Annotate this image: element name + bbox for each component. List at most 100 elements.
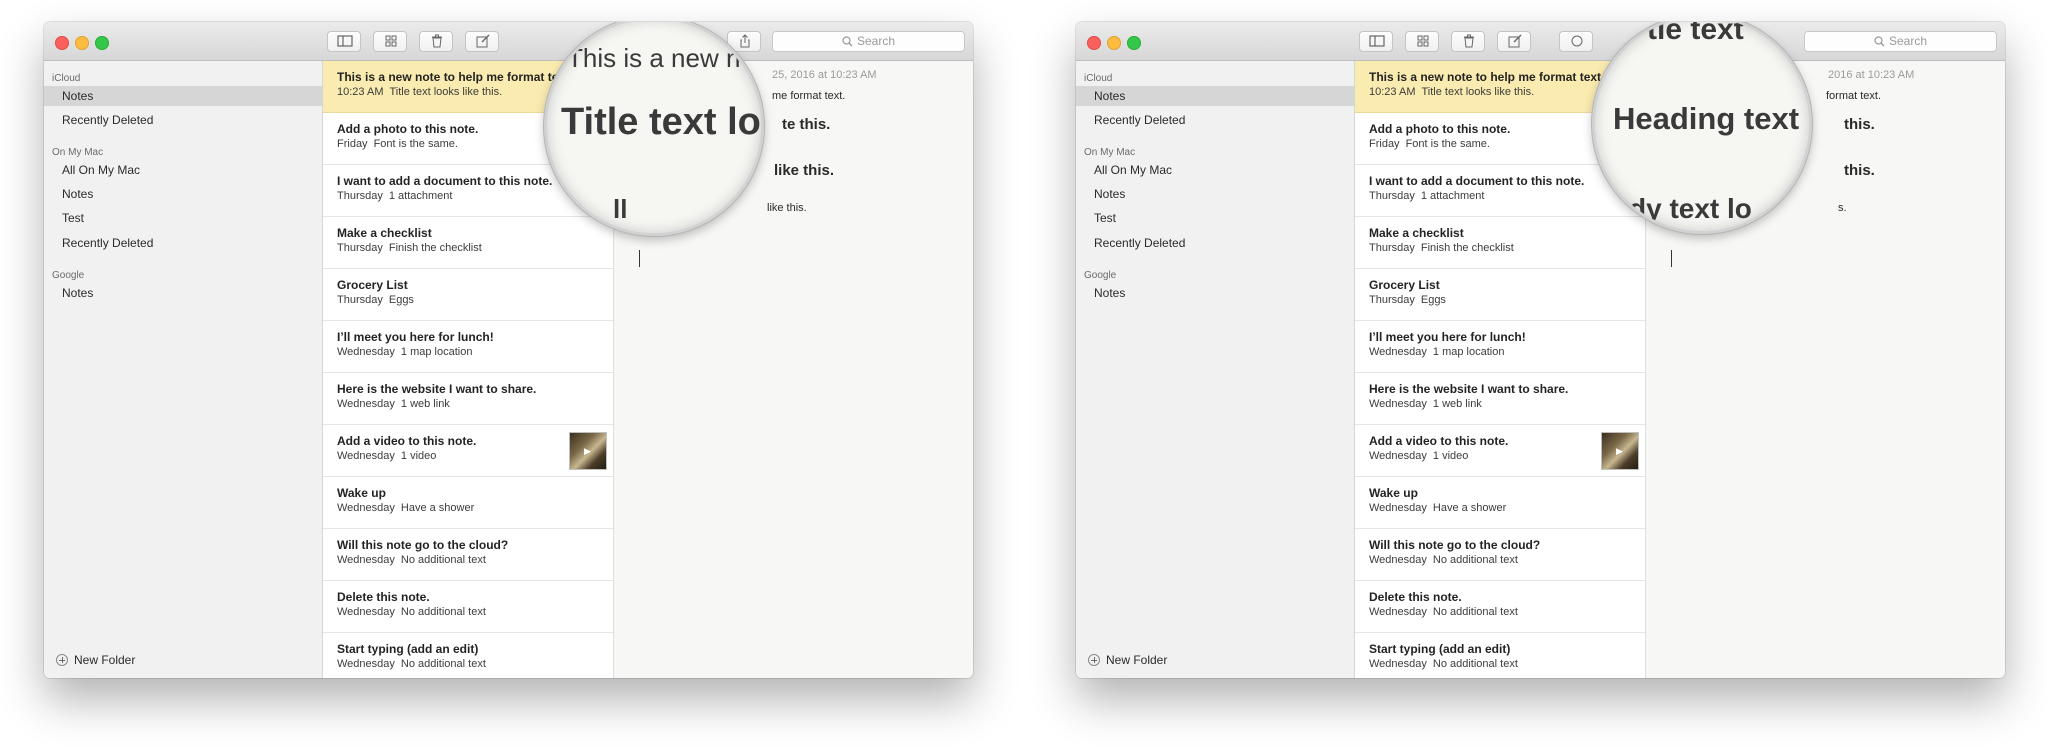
note-date: Wednesday — [1369, 346, 1427, 358]
note-date: Wednesday — [337, 606, 395, 618]
search-icon — [842, 36, 853, 47]
sidebar-item-test[interactable]: Test — [44, 208, 322, 228]
note-date: Thursday — [1369, 242, 1415, 254]
sidebar-item-google-notes[interactable]: Notes — [1076, 283, 1354, 303]
sidebar-item-mac-notes[interactable]: Notes — [1076, 184, 1354, 204]
text-cursor — [639, 250, 640, 267]
list-item[interactable]: Delete this note. Wednesday No additional … — [1355, 581, 1645, 633]
list-item[interactable]: Delete this note. Wednesday No additional … — [323, 581, 613, 633]
list-item[interactable]: Start typing (add an edit) Wednesday No ad… — [1355, 633, 1645, 678]
search-field[interactable]: Search — [772, 31, 965, 52]
sidebar-item-all-on-my-mac[interactable]: All On My Mac — [44, 160, 322, 180]
note-snippet: Finish the checklist — [1420, 242, 1514, 254]
note-title: Will this note go to the cloud? — [1369, 538, 1541, 552]
note-snippet: Font is the same. — [373, 138, 458, 150]
sidebar-item-google-notes[interactable]: Notes — [44, 283, 322, 303]
toggle-sidebar-button[interactable] — [1359, 31, 1393, 52]
note-snippet: No additional text — [1432, 658, 1518, 670]
sidebar-item-mac-notes[interactable]: Notes — [44, 184, 322, 204]
list-item[interactable]: Will this note go to the cloud? Wednesday… — [1355, 529, 1645, 581]
notes-window-2: Search iCloud Notes Recently Deleted On … — [1076, 22, 2005, 678]
note-date: Wednesday — [337, 346, 395, 358]
zoom-window-button[interactable] — [1127, 36, 1141, 50]
magnified-text-main: Heading text — [1613, 101, 1800, 136]
section-label-google: Google — [52, 270, 85, 281]
section-label-on-my-mac: On My Mac — [52, 147, 104, 158]
list-item[interactable]: Start typing (add an edit) Wednesday No ad… — [323, 633, 613, 678]
note-snippet: 1 attachment — [388, 190, 453, 202]
checkmark-circle-icon — [1571, 35, 1583, 47]
attachments-browser-button[interactable] — [373, 31, 407, 52]
note-date: Friday — [337, 138, 368, 150]
note-snippet: Title text looks like this. — [1421, 86, 1535, 98]
zoom-window-button[interactable] — [95, 36, 109, 50]
list-item[interactable]: Make a checklist Thursday Finish the check… — [1355, 217, 1645, 269]
list-item[interactable]: Add a video to this note. Wednesday 1 vide… — [1355, 425, 1645, 477]
new-folder-label: New Folder — [1106, 653, 1168, 667]
new-folder-button[interactable]: New Folder — [1088, 653, 1167, 667]
folders-sidebar: iCloud Notes Recently Deleted On My Mac … — [1076, 61, 1355, 678]
note-title: Here is the website I want to share. — [1369, 382, 1569, 396]
note-snippet: No additional text — [1432, 606, 1518, 618]
list-item[interactable]: Wake up Wednesday Have a shower — [323, 477, 613, 529]
sidebar-item-icloud-notes[interactable]: Notes — [44, 86, 322, 106]
note-date: Thursday — [337, 294, 383, 306]
section-label-icloud: iCloud — [1084, 73, 1113, 84]
grid-icon — [1417, 35, 1429, 47]
delete-note-button[interactable] — [1451, 31, 1485, 52]
minimize-window-button[interactable] — [75, 36, 89, 50]
magnifier-lens: tle text Heading text dy text lo — [1592, 22, 1812, 234]
new-note-button[interactable] — [1497, 31, 1531, 52]
list-item[interactable]: Wake up Wednesday Have a shower — [1355, 477, 1645, 529]
note-date: 10:23 AM — [337, 86, 384, 98]
new-note-button[interactable] — [465, 31, 499, 52]
sidebar-item-icloud-notes[interactable]: Notes — [1076, 86, 1354, 106]
list-item[interactable]: Grocery List Thursday Eggs — [323, 269, 613, 321]
list-item[interactable]: Here is the website I want to share. Wedn… — [323, 373, 613, 425]
sidebar-item-test[interactable]: Test — [1076, 208, 1354, 228]
list-item[interactable]: Make a checklist Thursday Finish the check… — [323, 217, 613, 269]
close-window-button[interactable] — [1087, 36, 1101, 50]
note-date: Wednesday — [337, 450, 395, 462]
note-snippet: 1 web link — [400, 398, 450, 410]
checklist-button[interactable] — [1559, 31, 1593, 52]
note-title: Will this note go to the cloud? — [337, 538, 509, 552]
search-placeholder: Search — [1888, 34, 1928, 48]
list-item[interactable]: Grocery List Thursday Eggs — [1355, 269, 1645, 321]
sidebar-item-icloud-recently-deleted[interactable]: Recently Deleted — [44, 110, 322, 130]
section-label-on-my-mac: On My Mac — [1084, 147, 1136, 158]
note-snippet: Eggs — [388, 294, 414, 306]
sidebar-item-mac-recently-deleted[interactable]: Recently Deleted — [1076, 233, 1354, 253]
play-icon: ▶ — [584, 446, 591, 456]
note-title: Wake up — [1369, 486, 1418, 500]
search-placeholder: Search — [856, 34, 896, 48]
delete-note-button[interactable] — [419, 31, 453, 52]
attachments-browser-button[interactable] — [1405, 31, 1439, 52]
compose-icon — [476, 34, 490, 48]
sidebar-item-all-on-my-mac[interactable]: All On My Mac — [1076, 160, 1354, 180]
note-title: Grocery List — [337, 278, 408, 292]
new-folder-button[interactable]: New Folder — [56, 653, 135, 667]
list-item[interactable]: Will this note go to the cloud? Wednesday… — [323, 529, 613, 581]
minimize-window-button[interactable] — [1107, 36, 1121, 50]
note-snippet: Eggs — [1420, 294, 1446, 306]
toggle-sidebar-button[interactable] — [327, 31, 361, 52]
note-date: Wednesday — [1369, 398, 1427, 410]
note-date: Wednesday — [337, 554, 395, 566]
plus-circle-icon — [56, 654, 68, 666]
list-item[interactable]: I’ll meet you here for lunch! Wednesday 1 … — [323, 321, 613, 373]
note-title: Make a checklist — [1369, 226, 1464, 240]
sidebar-item-icloud-recently-deleted[interactable]: Recently Deleted — [1076, 110, 1354, 130]
close-window-button[interactable] — [55, 36, 69, 50]
note-line: te this. — [782, 116, 831, 133]
list-item[interactable]: Here is the website I want to share. Wedn… — [1355, 373, 1645, 425]
notes-window-1: Search iCloud Notes Recently Deleted On … — [44, 22, 973, 678]
search-field[interactable]: Search — [1804, 31, 1997, 52]
note-date: Wednesday — [337, 502, 395, 514]
list-item[interactable]: Add a video to this note. Wednesday 1 vide… — [323, 425, 613, 477]
list-item[interactable]: I’ll meet you here for lunch! Wednesday 1 … — [1355, 321, 1645, 373]
magnifier-lens: This is a new n Title text lo ll — [544, 22, 764, 236]
sidebar-item-mac-recently-deleted[interactable]: Recently Deleted — [44, 233, 322, 253]
list-item[interactable]: I want to add a document to this note. Th… — [1355, 165, 1645, 217]
note-line: like this. — [767, 202, 807, 214]
